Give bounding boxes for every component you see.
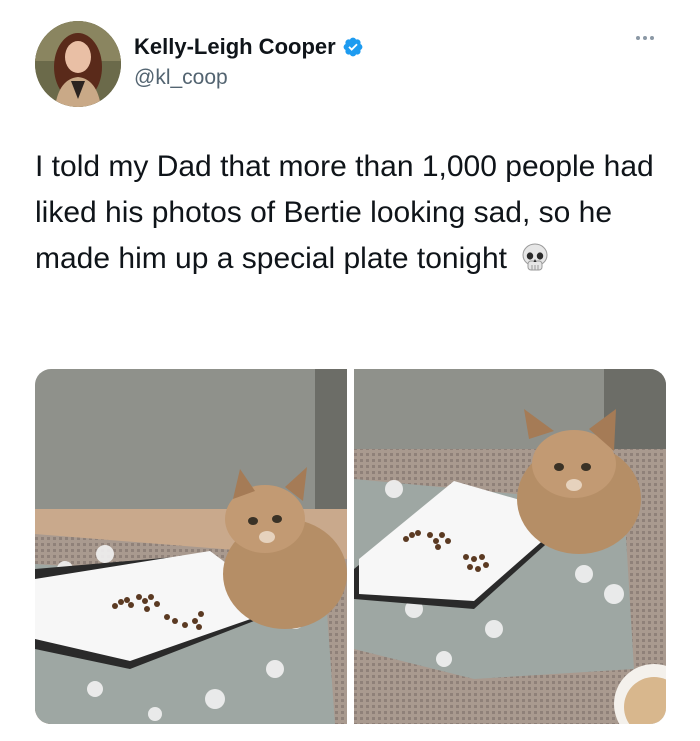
cat-photo-icon	[354, 369, 666, 724]
author-display-name[interactable]: Kelly-Leigh Cooper	[134, 34, 336, 60]
tweet-text: I told my Dad that more than 1,000 peopl…	[35, 144, 655, 288]
cat-photo-icon	[35, 369, 347, 724]
tweet-media	[35, 369, 666, 724]
author-name-row[interactable]: Kelly-Leigh Cooper	[134, 34, 364, 60]
tweet-body: I told my Dad that more than 1,000 peopl…	[35, 150, 654, 275]
more-dot-icon	[643, 36, 647, 40]
skull-emoji-icon	[519, 242, 551, 288]
avatar[interactable]	[35, 21, 121, 107]
more-dot-icon	[636, 36, 640, 40]
avatar-image	[35, 21, 121, 107]
media-photo-2[interactable]	[354, 369, 666, 724]
more-dot-icon	[650, 36, 654, 40]
more-options-button[interactable]	[636, 36, 654, 40]
verified-badge-icon	[343, 37, 363, 57]
author-handle[interactable]: @kl_coop	[134, 66, 228, 90]
media-photo-1[interactable]	[35, 369, 347, 724]
